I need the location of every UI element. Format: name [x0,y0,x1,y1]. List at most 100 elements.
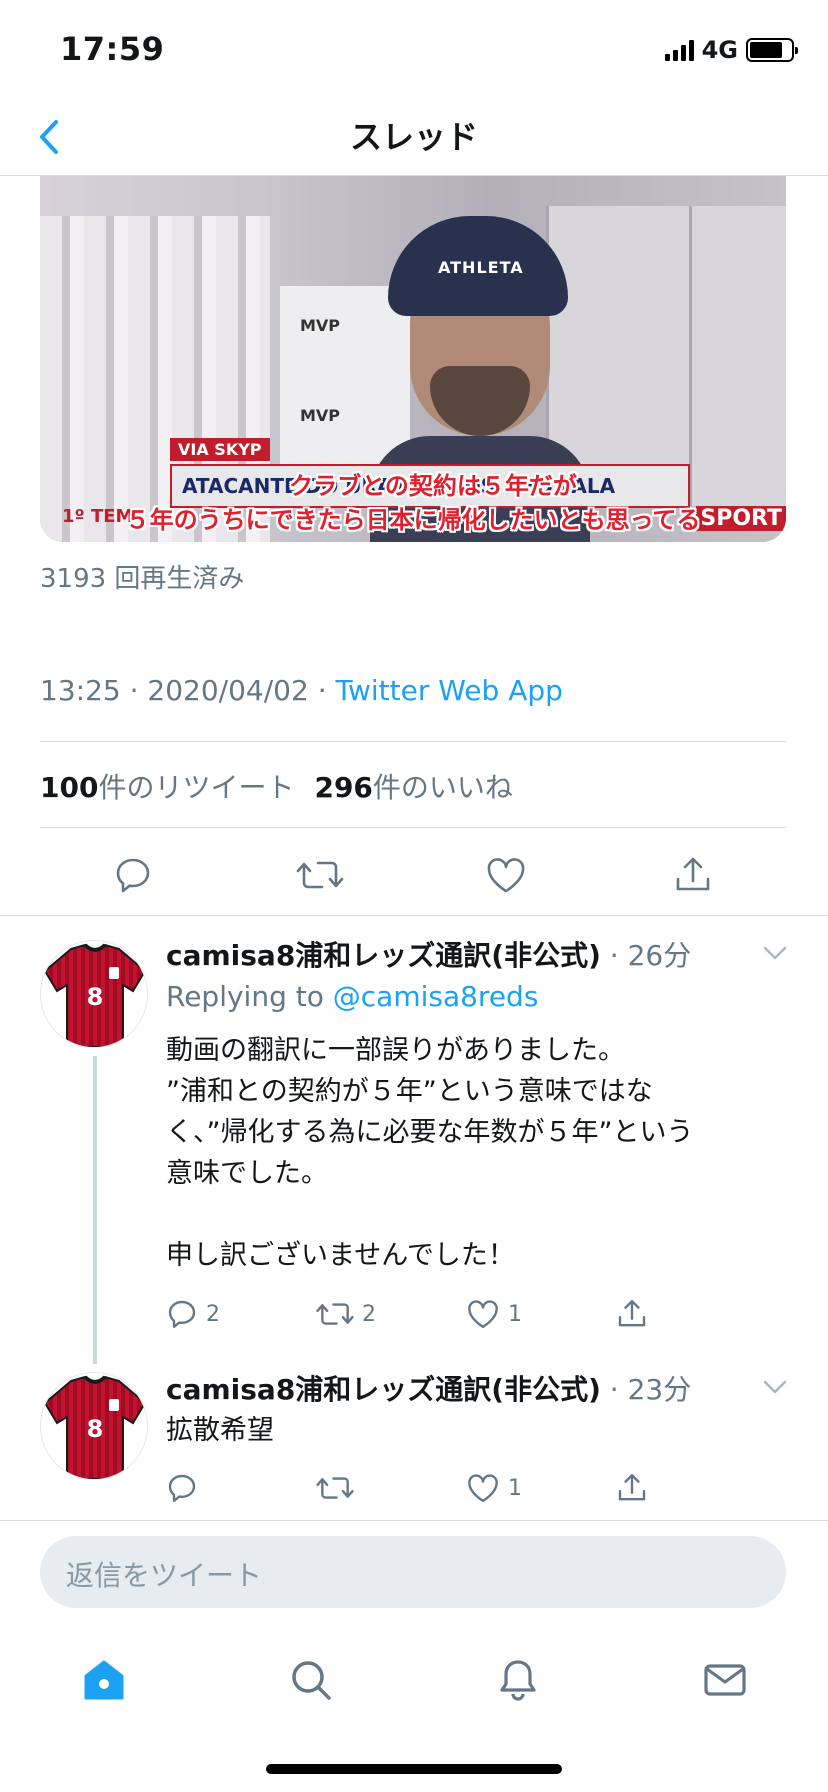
thread-line [93,1056,97,1364]
reply-text-line: 拡散希望 [166,1415,274,1446]
network-type: 4G [701,36,738,64]
tab-messages[interactable] [621,1640,828,1720]
avatar-number: 8 [87,1415,104,1443]
share-icon [618,1300,646,1327]
nav-bar: スレッド [0,100,828,176]
tab-bar [0,1640,828,1720]
like-button[interactable] [413,850,600,900]
status-bar: 17:59 4G [0,0,828,100]
tab-notifications[interactable] [414,1640,621,1720]
reply-menu-button[interactable] [762,944,788,966]
like-icon [487,858,525,893]
reply-icon [168,1300,196,1328]
reply-count: 2 [206,1301,220,1327]
like-count: 1 [508,1301,522,1327]
share-button[interactable] [616,1468,766,1508]
like-count: 1 [508,1475,522,1501]
chevron-down-icon [763,1380,787,1394]
status-time: 17:59 [60,30,165,68]
status-indicators: 4G [664,36,798,64]
reply-text-line: 意味でした。 [166,1158,328,1189]
retweet-icon [296,861,344,889]
reply-text-line: 申し訳ございませんでした！ [166,1240,515,1271]
retweet-button[interactable] [227,850,414,900]
retweet-button[interactable] [316,1468,466,1508]
reply-header: camisa8浦和レッズ通訳(非公式) · 23分 [166,1368,691,1408]
page-title: スレッド [349,118,478,156]
reply-button[interactable] [166,1468,316,1508]
video-subtitle-line2: ５年のうちにできたら日本に帰化したいとも思ってる [125,506,701,534]
reply-time: · 23分 [600,1373,692,1406]
tab-home[interactable] [0,1640,207,1720]
replying-to: Replying to @camisa8reds [166,980,538,1013]
reply-header: camisa8浦和レッズ通訳(非公式) · 26分 [166,934,691,974]
reply-icon [168,1474,196,1502]
like-label: 件のいいね [372,771,513,804]
view-count: 3193 回再生済み [40,564,245,594]
notifications-icon [499,1660,536,1701]
retweet-count: 2 [362,1301,376,1327]
divider [40,827,786,828]
reply-text-line: ”浦和との契約が５年”という意味ではな [166,1076,653,1107]
reply-button[interactable]: 2 [166,1294,316,1334]
retweet-button[interactable]: 2 [316,1294,466,1334]
jersey-avatar-icon: 8 [43,1375,147,1479]
reply-menu-button[interactable] [762,1378,788,1400]
tab-search[interactable] [207,1640,414,1720]
retweet-icon [316,1477,354,1499]
retweet-count: 100 [40,771,99,804]
avatar[interactable]: 8 [40,940,148,1048]
retweet-stat[interactable]: 100件のリツイート [40,771,294,804]
tweet-meta: 13:25 · 2020/04/02 · Twitter Web App [40,674,563,707]
like-count: 296 [314,771,373,804]
divider [40,741,786,742]
reply-text-line: 動画の翻訳に一部誤りがありました。 [166,1035,625,1066]
retweet-icon [316,1303,354,1325]
reply-author-name[interactable]: camisa8浦和レッズ通訳(非公式) [166,1373,601,1406]
share-icon [618,1474,646,1501]
home-indicator[interactable] [266,1764,562,1774]
avatar[interactable]: 8 [40,1372,148,1480]
avatar-number: 8 [87,983,104,1011]
compose-placeholder: 返信をツイート [66,1559,263,1592]
tweet-source-app[interactable]: Twitter Web App [336,674,563,707]
like-button[interactable]: 1 [466,1468,616,1508]
search-icon [291,1661,331,1700]
share-icon [676,857,710,891]
cap-text: ATHLETA [438,258,524,277]
signal-icon [664,39,694,61]
section-divider [0,915,828,916]
reply-icon [116,858,150,893]
share-button[interactable] [600,850,787,900]
tweet-video[interactable]: MVP MVP ATHLETA VIA SKYP ATACANTE DO URA… [40,176,786,542]
video-subtitle-line1: クラブとの契約は５年だが [289,472,577,500]
reply-text: 拡散希望 [166,1410,776,1451]
tweet-stats: 100件のリツイート 296件のいいね [40,766,513,806]
chevron-down-icon [763,946,787,960]
messages-icon [703,1664,746,1696]
meta-sep: · [120,674,148,707]
retweet-label: 件のリツイート [98,771,295,804]
like-icon [468,1474,498,1502]
reply-time: · 26分 [600,939,692,972]
mvp-text: MVP [300,316,341,335]
share-button[interactable] [616,1294,766,1334]
tweet-date: 2020/04/02 [147,674,309,707]
mvp-text: MVP [300,406,341,425]
reply-text: 動画の翻訳に一部誤りがありました。 ”浦和との契約が５年”という意味ではな く、… [166,1030,776,1276]
reply-actions: 1 [166,1468,766,1508]
reply-author-name[interactable]: camisa8浦和レッズ通訳(非公式) [166,939,601,972]
video-via-tag: VIA SKYP [170,438,270,461]
reply-button[interactable] [40,850,227,900]
like-stat[interactable]: 296件のいいね [314,771,512,804]
home-icon [84,1660,123,1700]
jersey-avatar-icon: 8 [43,943,147,1047]
replying-handle[interactable]: @camisa8reds [333,980,539,1013]
tweet-time: 13:25 [40,674,121,707]
reply-actions: 2 2 1 [166,1294,766,1334]
reply-compose-input[interactable]: 返信をツイート [40,1536,786,1608]
like-button[interactable]: 1 [466,1294,616,1334]
meta-sep: · [308,674,336,707]
like-icon [468,1300,498,1328]
tweet-actions [40,850,786,900]
